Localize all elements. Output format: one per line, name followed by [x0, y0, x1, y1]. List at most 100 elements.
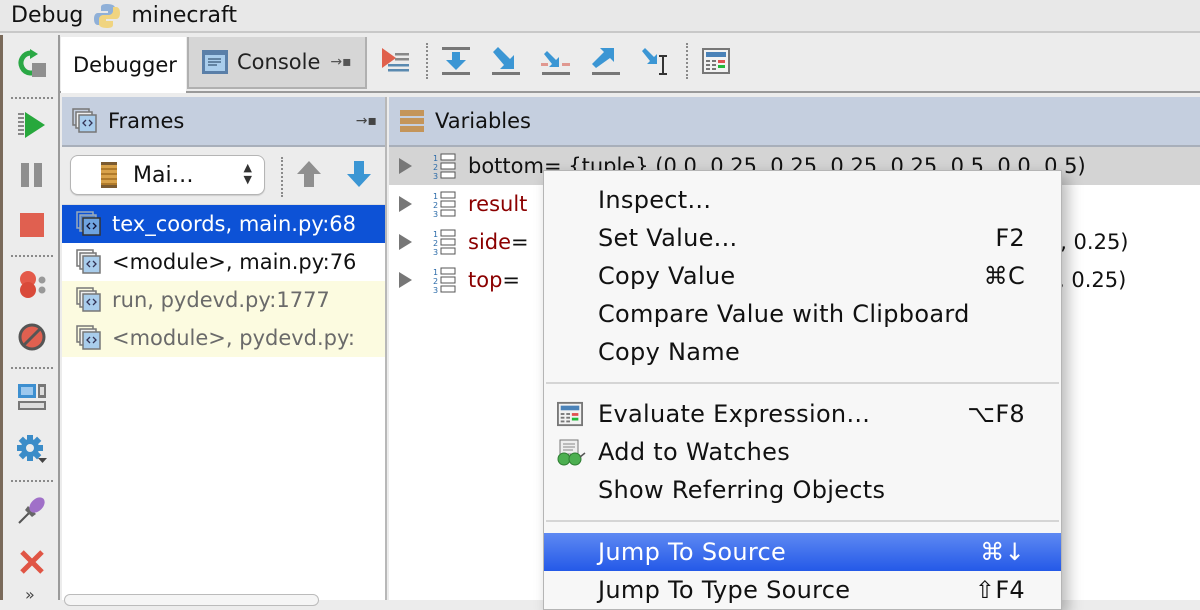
step-into-my-code-icon[interactable]: [538, 43, 574, 79]
menu-item-label: Evaluate Expression...: [598, 400, 871, 428]
variable-value: =: [511, 230, 529, 254]
menu-separator: [544, 509, 1061, 533]
expand-icon[interactable]: [399, 196, 412, 212]
menu-separator: [544, 371, 1061, 395]
step-into-icon[interactable]: [488, 43, 524, 79]
variable-value-tail: ), 0.25): [1052, 230, 1129, 254]
frames-title: Frames: [108, 109, 185, 133]
menu-item-compare-with-clipboard[interactable]: Compare Value with Clipboard: [544, 295, 1061, 333]
debugger-top-bar: Debugger Console →▪: [60, 35, 1200, 93]
variable-name: side: [468, 230, 512, 254]
frame-icon: [76, 287, 102, 313]
tuple-type-icon: 123: [432, 228, 460, 257]
menu-item-shortcut: ⌘↓: [980, 538, 1025, 566]
evaluate-expression-icon: [556, 401, 584, 427]
menu-item-label: Add to Watches: [598, 438, 791, 466]
menu-item-copy-value[interactable]: Copy Value ⌘C: [544, 257, 1061, 295]
svg-text:1: 1: [433, 268, 438, 277]
pin-tab-icon[interactable]: [15, 493, 49, 527]
menu-item-inspect[interactable]: Inspect...: [544, 181, 1061, 219]
frames-controls: Mai… ▲ ▼: [62, 147, 385, 205]
menu-item-jump-to-source[interactable]: Jump To Source ⌘↓: [544, 533, 1061, 571]
svg-text:1: 1: [433, 154, 438, 163]
expand-icon[interactable]: [399, 272, 412, 288]
frame-item[interactable]: <module>, pydevd.py:: [62, 319, 385, 357]
frames-horizontal-scrollbar[interactable]: [64, 594, 319, 606]
step-over-icon[interactable]: [438, 43, 474, 79]
show-execution-point-icon[interactable]: [378, 43, 414, 79]
next-frame-icon[interactable]: [345, 159, 373, 193]
console-icon: [201, 49, 229, 75]
frame-item[interactable]: run, pydevd.py:1777: [62, 281, 385, 319]
svg-text:1: 1: [433, 192, 438, 201]
tab-console[interactable]: Console →▪: [187, 37, 367, 89]
variable-name: bottom: [468, 154, 544, 178]
variable-value-tail: , 0.25): [1058, 268, 1127, 292]
svg-text:2: 2: [433, 277, 438, 286]
menu-item-add-to-watches[interactable]: Add to Watches: [544, 433, 1061, 471]
menu-item-jump-to-type-source[interactable]: Jump To Type Source ⇧F4: [544, 571, 1061, 609]
pause-icon[interactable]: [15, 158, 49, 192]
evaluate-expression-icon[interactable]: [698, 43, 734, 79]
menu-item-evaluate-expression[interactable]: Evaluate Expression... ⌥F8: [544, 395, 1061, 433]
run-to-cursor-icon[interactable]: [638, 43, 674, 79]
variable-context-menu: Inspect... Set Value... F2 Copy Value ⌘C…: [543, 170, 1062, 610]
frame-label: <module>, main.py:76: [112, 250, 357, 274]
menu-item-label: Set Value...: [598, 224, 738, 252]
restore-layout-icon[interactable]: [15, 380, 49, 414]
run-config-name: minecraft: [131, 3, 237, 28]
mute-breakpoints-icon[interactable]: [15, 320, 49, 354]
toolbar-separator: [281, 157, 283, 197]
menu-item-label: Copy Name: [598, 338, 741, 366]
pin-frames-icon[interactable]: →▪: [356, 113, 377, 129]
tuple-type-icon: 123: [432, 266, 460, 295]
variable-name: result: [468, 192, 528, 216]
frames-header: Frames →▪: [62, 97, 385, 147]
toolbar-separator: [686, 43, 688, 79]
svg-text:2: 2: [433, 201, 438, 210]
thread-selector-value: Mai…: [133, 162, 194, 188]
rerun-icon[interactable]: [15, 47, 49, 81]
previous-frame-icon[interactable]: [295, 159, 323, 193]
settings-icon[interactable]: [15, 433, 49, 467]
thread-selector[interactable]: Mai… ▲ ▼: [70, 155, 265, 195]
tuple-type-icon: 123: [432, 152, 460, 181]
frames-list: tex_coords, main.py:68 <module>, main.py…: [62, 205, 385, 357]
svg-text:3: 3: [433, 248, 438, 256]
variables-header: Variables: [389, 97, 1200, 147]
menu-item-show-referring-objects[interactable]: Show Referring Objects: [544, 471, 1061, 509]
step-out-icon[interactable]: [588, 43, 624, 79]
svg-text:2: 2: [433, 239, 438, 248]
frame-item[interactable]: tex_coords, main.py:68: [62, 205, 385, 243]
tab-debugger-label: Debugger: [73, 53, 177, 77]
window-title-bar: Debug minecraft: [0, 0, 1200, 33]
frame-label: run, pydevd.py:1777: [112, 288, 330, 312]
pin-console-icon[interactable]: →▪: [330, 54, 351, 70]
expand-icon[interactable]: [399, 158, 412, 174]
frame-item[interactable]: <module>, main.py:76: [62, 243, 385, 281]
view-breakpoints-icon[interactable]: [15, 268, 49, 302]
svg-text:3: 3: [433, 210, 438, 218]
python-icon: [93, 3, 121, 29]
close-icon[interactable]: [15, 545, 49, 579]
menu-item-set-value[interactable]: Set Value... F2: [544, 219, 1061, 257]
expand-icon[interactable]: [399, 234, 412, 250]
toolbar-separator: [11, 255, 53, 257]
frame-icon: [76, 211, 102, 237]
svg-text:1: 1: [433, 230, 438, 239]
resume-icon[interactable]: [15, 108, 49, 142]
toolbar-separator: [426, 43, 428, 79]
menu-item-copy-name[interactable]: Copy Name: [544, 333, 1061, 371]
variable-value: =: [502, 268, 521, 292]
menu-item-shortcut: ⌥F8: [967, 400, 1025, 428]
frames-icon: [72, 108, 98, 134]
debug-side-toolbar: »: [0, 35, 60, 604]
menu-item-label: Compare Value with Clipboard: [598, 300, 970, 328]
variable-name: top: [468, 268, 503, 292]
menu-item-label: Show Referring Objects: [598, 476, 886, 504]
more-actions-button[interactable]: »: [25, 585, 35, 604]
menu-item-shortcut: ⌘C: [983, 262, 1025, 290]
watches-icon: [556, 439, 586, 466]
tab-debugger[interactable]: Debugger: [61, 37, 186, 93]
stop-icon[interactable]: [15, 208, 49, 242]
